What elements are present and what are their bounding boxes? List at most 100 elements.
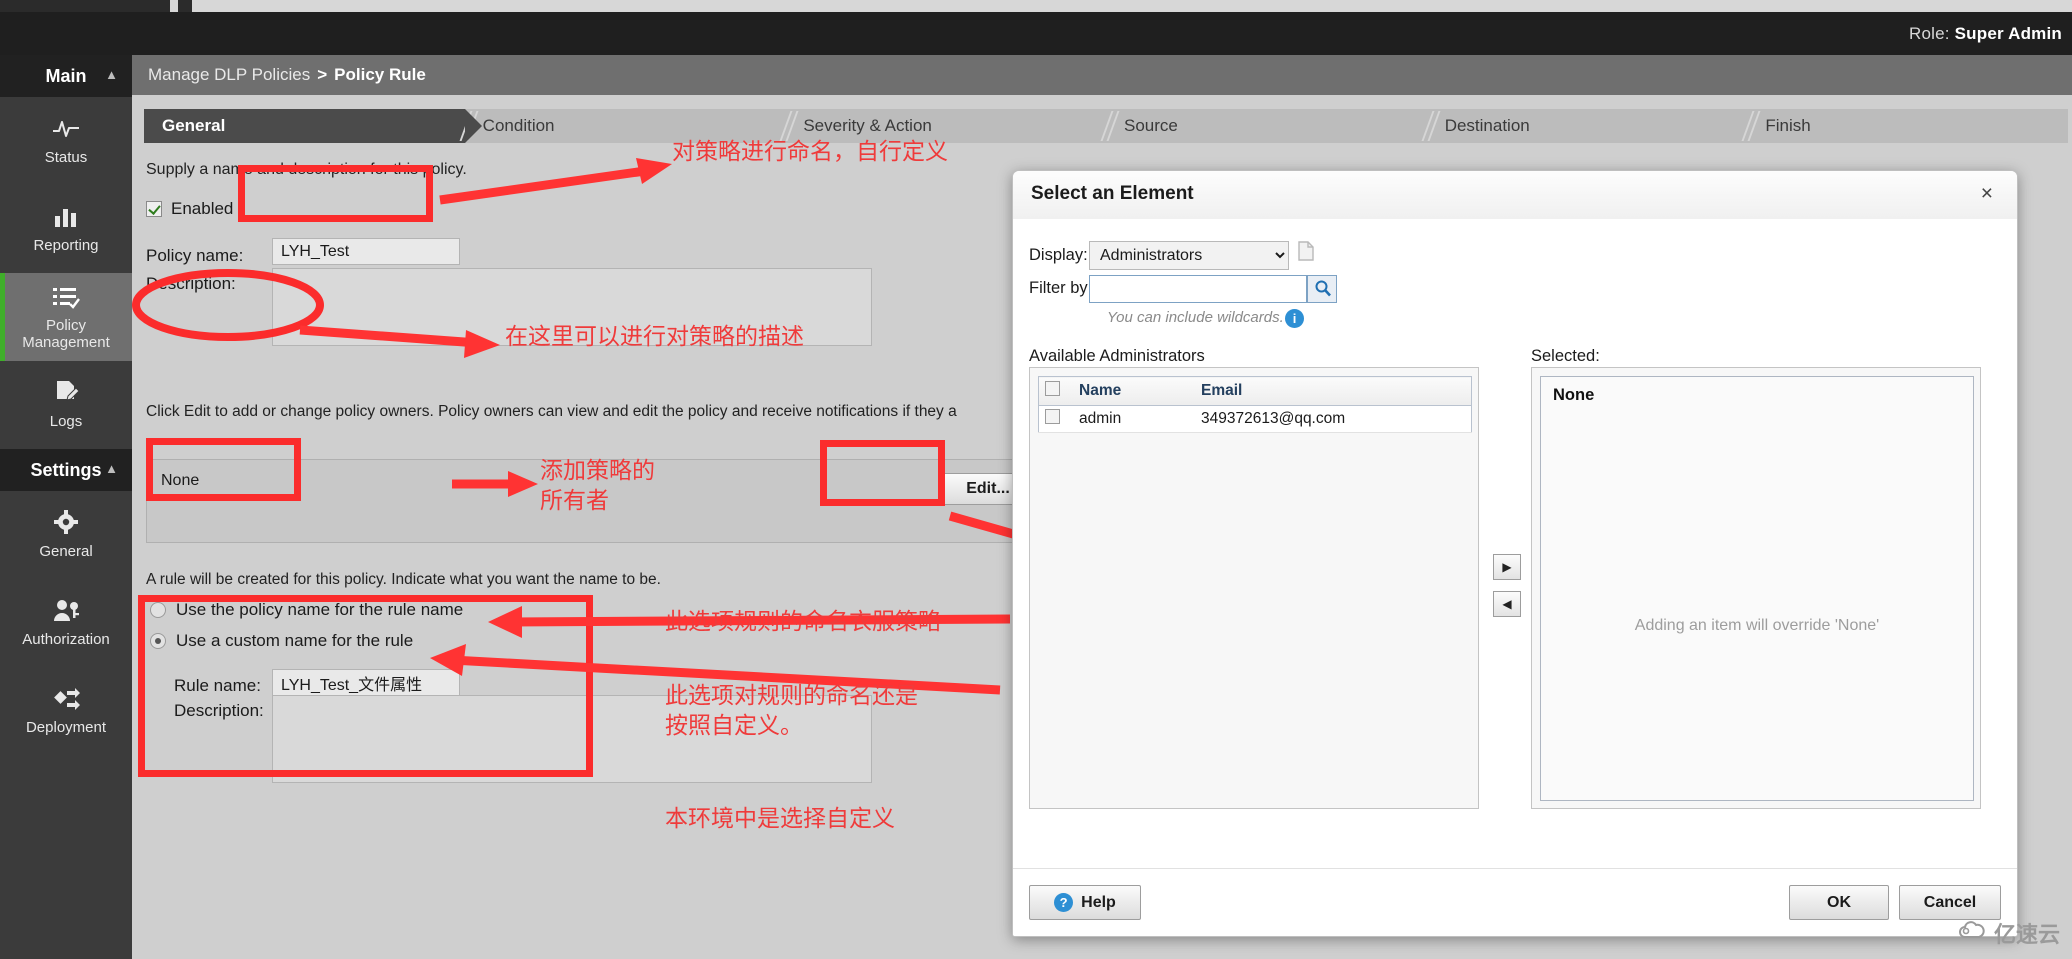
- help-button[interactable]: ? Help: [1029, 885, 1141, 920]
- display-label: Display:: [1029, 246, 1088, 264]
- step-separator-icon: [1745, 111, 1757, 141]
- sidebar: Main ▲ Status Reporting Policy Managemen…: [0, 55, 132, 959]
- breadcrumb: Manage DLP Policies > Policy Rule: [132, 55, 2072, 95]
- annotation-box-edit-button: [820, 440, 945, 506]
- wizard-step-source[interactable]: Source: [1106, 109, 1427, 143]
- select-all-checkbox[interactable]: [1045, 381, 1060, 396]
- wizard-step-finish[interactable]: Finish: [1747, 109, 2068, 143]
- dialog-title: Select an Element: [1031, 183, 1194, 204]
- step-separator-icon: [1104, 111, 1116, 141]
- sidebar-item-policy-management-label: Policy Management: [22, 316, 110, 351]
- role-indicator: Role: Super Admin: [1909, 24, 2062, 44]
- sidebar-item-deployment-label: Deployment: [25, 719, 107, 737]
- browser-tab-secondary[interactable]: [178, 0, 192, 12]
- sidebar-group-main-label: Main: [45, 65, 87, 86]
- wizard-step-general[interactable]: General: [144, 109, 482, 143]
- sidebar-item-authorization-label: Authorization: [22, 631, 110, 649]
- triangle-left-icon[interactable]: ◀: [1493, 591, 1521, 617]
- sidebar-group-settings-label: Settings: [30, 459, 102, 480]
- wizard-step-condition-label: Condition: [482, 116, 555, 135]
- watermark: 亿速云: [1957, 917, 2060, 949]
- user-key-icon: [51, 597, 81, 627]
- wildcard-hint: You can include wildcards.: [1107, 309, 1284, 326]
- sidebar-item-policy-management[interactable]: Policy Management: [0, 273, 132, 361]
- row-name: admin: [1073, 405, 1195, 433]
- sidebar-group-main[interactable]: Main ▲: [0, 55, 132, 97]
- annotation-rule-policy-name: 此选项规则的命名衣服策略: [665, 609, 941, 635]
- enabled-checkbox[interactable]: [146, 201, 162, 217]
- annotation-owners: 添加策略的 所有者: [540, 458, 655, 514]
- pulse-icon: [51, 115, 81, 145]
- dialog-title-bar: Select an Element ×: [1013, 171, 2017, 220]
- available-list-panel: Name Email admin 349372613@qq.com: [1029, 367, 1479, 809]
- rule-help-text: A rule will be created for this policy. …: [146, 571, 661, 588]
- selected-note: Adding an item will override 'None': [1634, 617, 1880, 634]
- sidebar-item-reporting[interactable]: Reporting: [0, 185, 132, 273]
- policy-name-input[interactable]: [272, 238, 460, 265]
- policy-name-label: Policy name:: [146, 246, 244, 265]
- annotation-box-policy-name: [238, 165, 433, 222]
- select-element-dialog: Select an Element × Display: Administrat…: [1012, 170, 2018, 937]
- description-label: Description:: [146, 274, 236, 293]
- select-all-header[interactable]: [1038, 376, 1073, 406]
- owners-help-text: Click Edit to add or change policy owner…: [146, 403, 957, 420]
- sidebar-item-general[interactable]: General: [0, 491, 132, 579]
- top-bar: Role: Super Admin: [0, 12, 2072, 55]
- watermark-text: 亿速云: [1993, 922, 2060, 947]
- column-header-email[interactable]: Email: [1195, 376, 1472, 406]
- filter-input[interactable]: [1089, 275, 1307, 303]
- help-button-label: Help: [1081, 893, 1116, 911]
- selected-caption: Selected:: [1531, 347, 1600, 365]
- row-checkbox[interactable]: [1045, 409, 1060, 424]
- gear-icon: [51, 509, 81, 539]
- available-table: Name Email admin 349372613@qq.com: [1038, 376, 1472, 433]
- info-icon[interactable]: i: [1285, 309, 1304, 328]
- annotation-box-rule-naming: [138, 595, 593, 777]
- sidebar-item-authorization[interactable]: Authorization: [0, 579, 132, 667]
- selected-list-panel: None Adding an item will override 'None': [1531, 367, 1981, 809]
- browser-chrome-strip: [0, 0, 2072, 12]
- close-icon[interactable]: ×: [1975, 181, 1999, 207]
- policy-list-icon: [51, 283, 81, 313]
- display-select[interactable]: Administrators: [1089, 241, 1289, 270]
- enabled-checkbox-row[interactable]: Enabled: [146, 199, 233, 219]
- sidebar-item-reporting-label: Reporting: [33, 237, 99, 255]
- column-header-name[interactable]: Name: [1073, 376, 1195, 406]
- wizard-steps: General Condition Severity & Action Sour…: [144, 109, 2068, 143]
- sidebar-group-settings[interactable]: Settings ▲: [0, 449, 132, 491]
- search-icon[interactable]: [1307, 275, 1337, 303]
- sidebar-item-status[interactable]: Status: [0, 97, 132, 185]
- cancel-button[interactable]: Cancel: [1899, 885, 2001, 920]
- triangle-right-icon[interactable]: ▶: [1493, 554, 1521, 580]
- browser-tab[interactable]: [0, 0, 170, 12]
- wizard-step-destination[interactable]: Destination: [1427, 109, 1748, 143]
- copy-icon[interactable]: [1298, 241, 1314, 261]
- role-label: Role:: [1909, 24, 1950, 43]
- log-document-icon: [51, 379, 81, 409]
- dialog-body: Display: Administrators Filter by: You c…: [1013, 219, 2017, 869]
- annotation-policy-name: 对策略进行命名，自行定义: [672, 139, 948, 165]
- sidebar-item-general-label: General: [39, 543, 93, 561]
- breadcrumb-current: Policy Rule: [334, 65, 426, 84]
- cloud-icon: [1957, 921, 1987, 945]
- selected-value: None: [1553, 386, 1595, 404]
- bar-chart-icon: [51, 203, 81, 233]
- table-header-row: Name Email: [1038, 376, 1472, 406]
- ok-button[interactable]: OK: [1789, 885, 1889, 920]
- table-row[interactable]: admin 349372613@qq.com: [1038, 405, 1472, 433]
- wizard-step-general-label: General: [162, 116, 226, 135]
- annotation-env-choice: 本环境中是选择自定义: [665, 806, 895, 832]
- sidebar-item-logs-label: Logs: [49, 413, 83, 431]
- row-email: 349372613@qq.com: [1195, 405, 1472, 433]
- app-root: Role: Super Admin Main ▲ Status Reportin…: [0, 0, 2072, 959]
- wizard-step-finish-label: Finish: [1765, 116, 1811, 135]
- sidebar-item-logs[interactable]: Logs: [0, 361, 132, 449]
- sidebar-item-deployment[interactable]: Deployment: [0, 667, 132, 755]
- question-mark-icon: ?: [1054, 893, 1074, 912]
- selected-inner-box: None Adding an item will override 'None': [1540, 376, 1974, 801]
- dialog-footer: ? Help OK Cancel: [1013, 868, 2017, 936]
- chevron-up-icon: ▲: [105, 461, 118, 476]
- sidebar-item-status-label: Status: [44, 149, 88, 167]
- breadcrumb-parent[interactable]: Manage DLP Policies: [148, 65, 310, 85]
- row-checkbox-cell[interactable]: [1038, 405, 1073, 433]
